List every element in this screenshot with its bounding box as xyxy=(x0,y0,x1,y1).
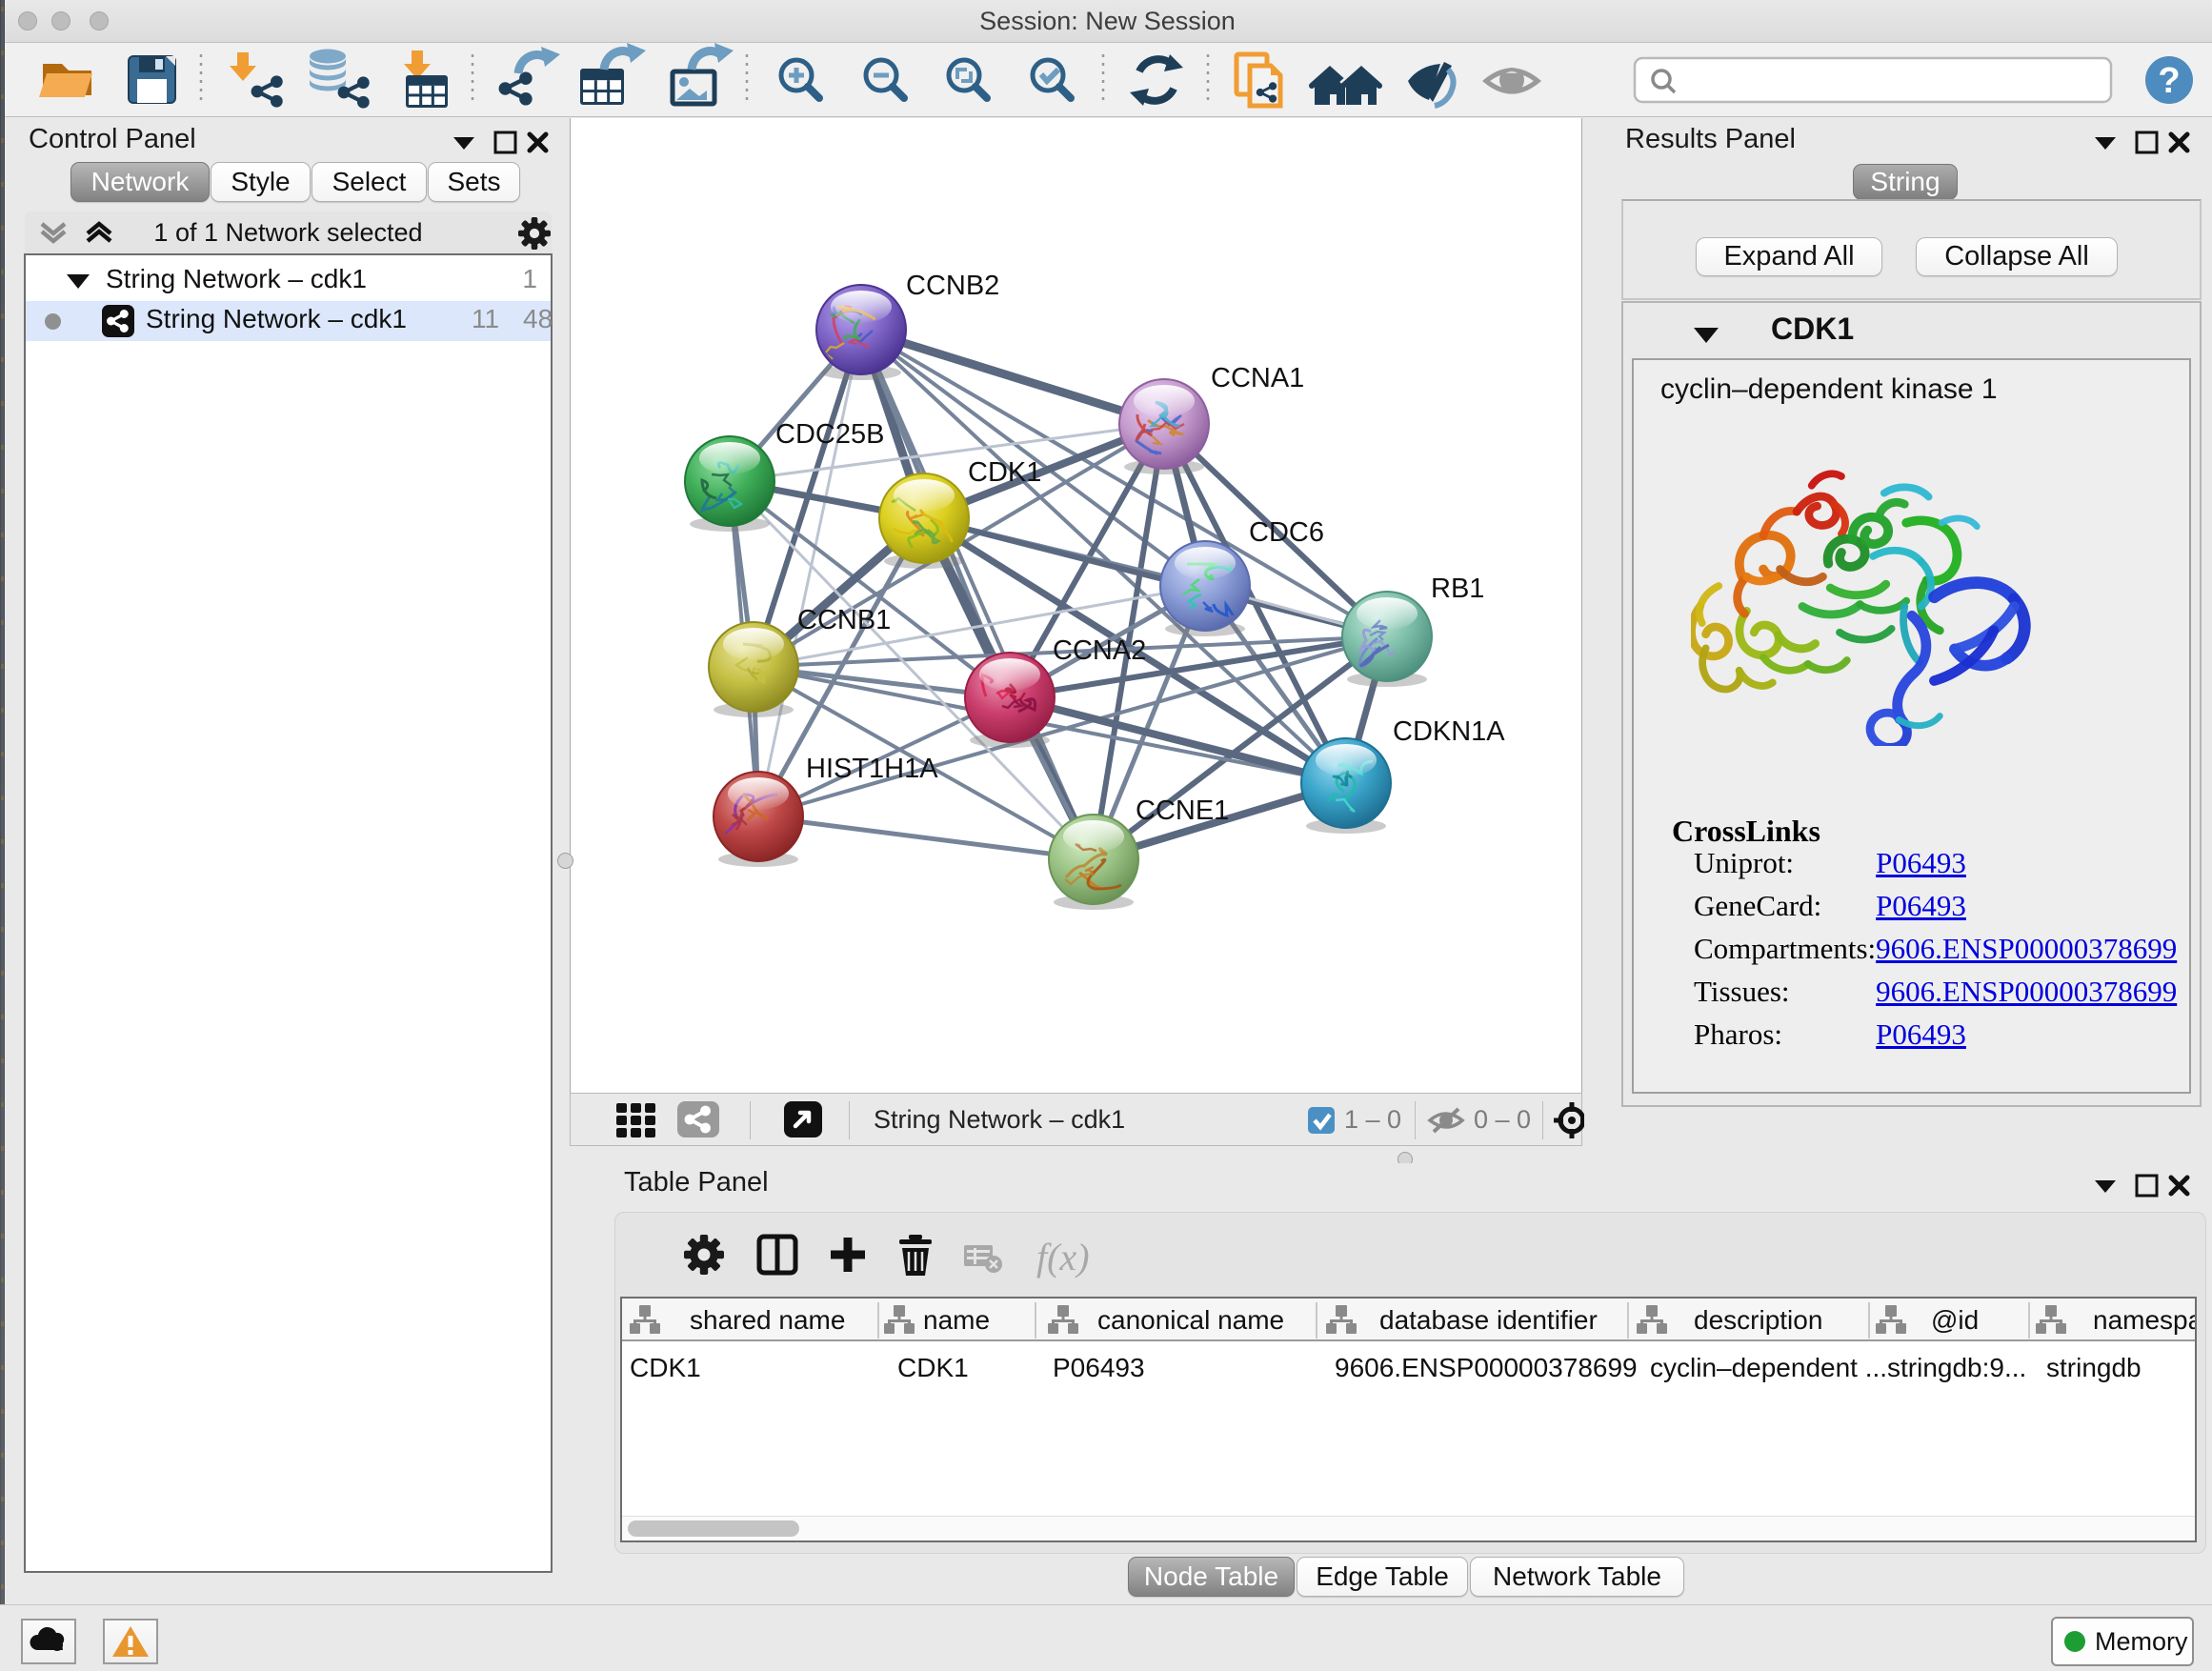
svg-text:namespac: namespac xyxy=(2093,1305,2195,1335)
svg-text:name: name xyxy=(923,1305,990,1335)
svg-text:canonical name: canonical name xyxy=(1097,1305,1284,1335)
svg-text:CDKN1A: CDKN1A xyxy=(1393,716,1505,747)
svg-text:HIST1H1A: HIST1H1A xyxy=(806,754,938,784)
svg-text:CCNE1: CCNE1 xyxy=(1136,795,1229,826)
svg-text:CDK1: CDK1 xyxy=(968,457,1041,488)
svg-text:?: ? xyxy=(2158,61,2180,101)
svg-text:shared name: shared name xyxy=(690,1305,845,1335)
svg-text:9606.ENSP00000378699: 9606.ENSP00000378699 xyxy=(1335,1353,1638,1382)
svg-text:CDC25B: CDC25B xyxy=(775,419,884,450)
svg-text:P06493: P06493 xyxy=(1053,1353,1145,1382)
svg-text:description: description xyxy=(1694,1305,1822,1335)
svg-text:RB1: RB1 xyxy=(1431,574,1484,604)
svg-text:CDK1: CDK1 xyxy=(897,1353,969,1382)
svg-text:CCNB1: CCNB1 xyxy=(797,605,891,635)
svg-text:CCNA2: CCNA2 xyxy=(1053,635,1146,666)
svg-text:stringdb: stringdb xyxy=(2046,1353,2142,1382)
svg-text:database identifier: database identifier xyxy=(1379,1305,1598,1335)
svg-text:@id: @id xyxy=(1931,1305,1979,1335)
svg-text:CCNA1: CCNA1 xyxy=(1211,363,1304,393)
svg-text:cyclin–dependent ...: cyclin–dependent ... xyxy=(1650,1353,1887,1382)
svg-text:f(x): f(x) xyxy=(1036,1236,1090,1278)
svg-text:CDK1: CDK1 xyxy=(630,1353,701,1382)
svg-text:CDC6: CDC6 xyxy=(1249,517,1324,548)
svg-text:CCNB2: CCNB2 xyxy=(906,271,999,301)
svg-text:stringdb:9...: stringdb:9... xyxy=(1887,1353,2026,1382)
